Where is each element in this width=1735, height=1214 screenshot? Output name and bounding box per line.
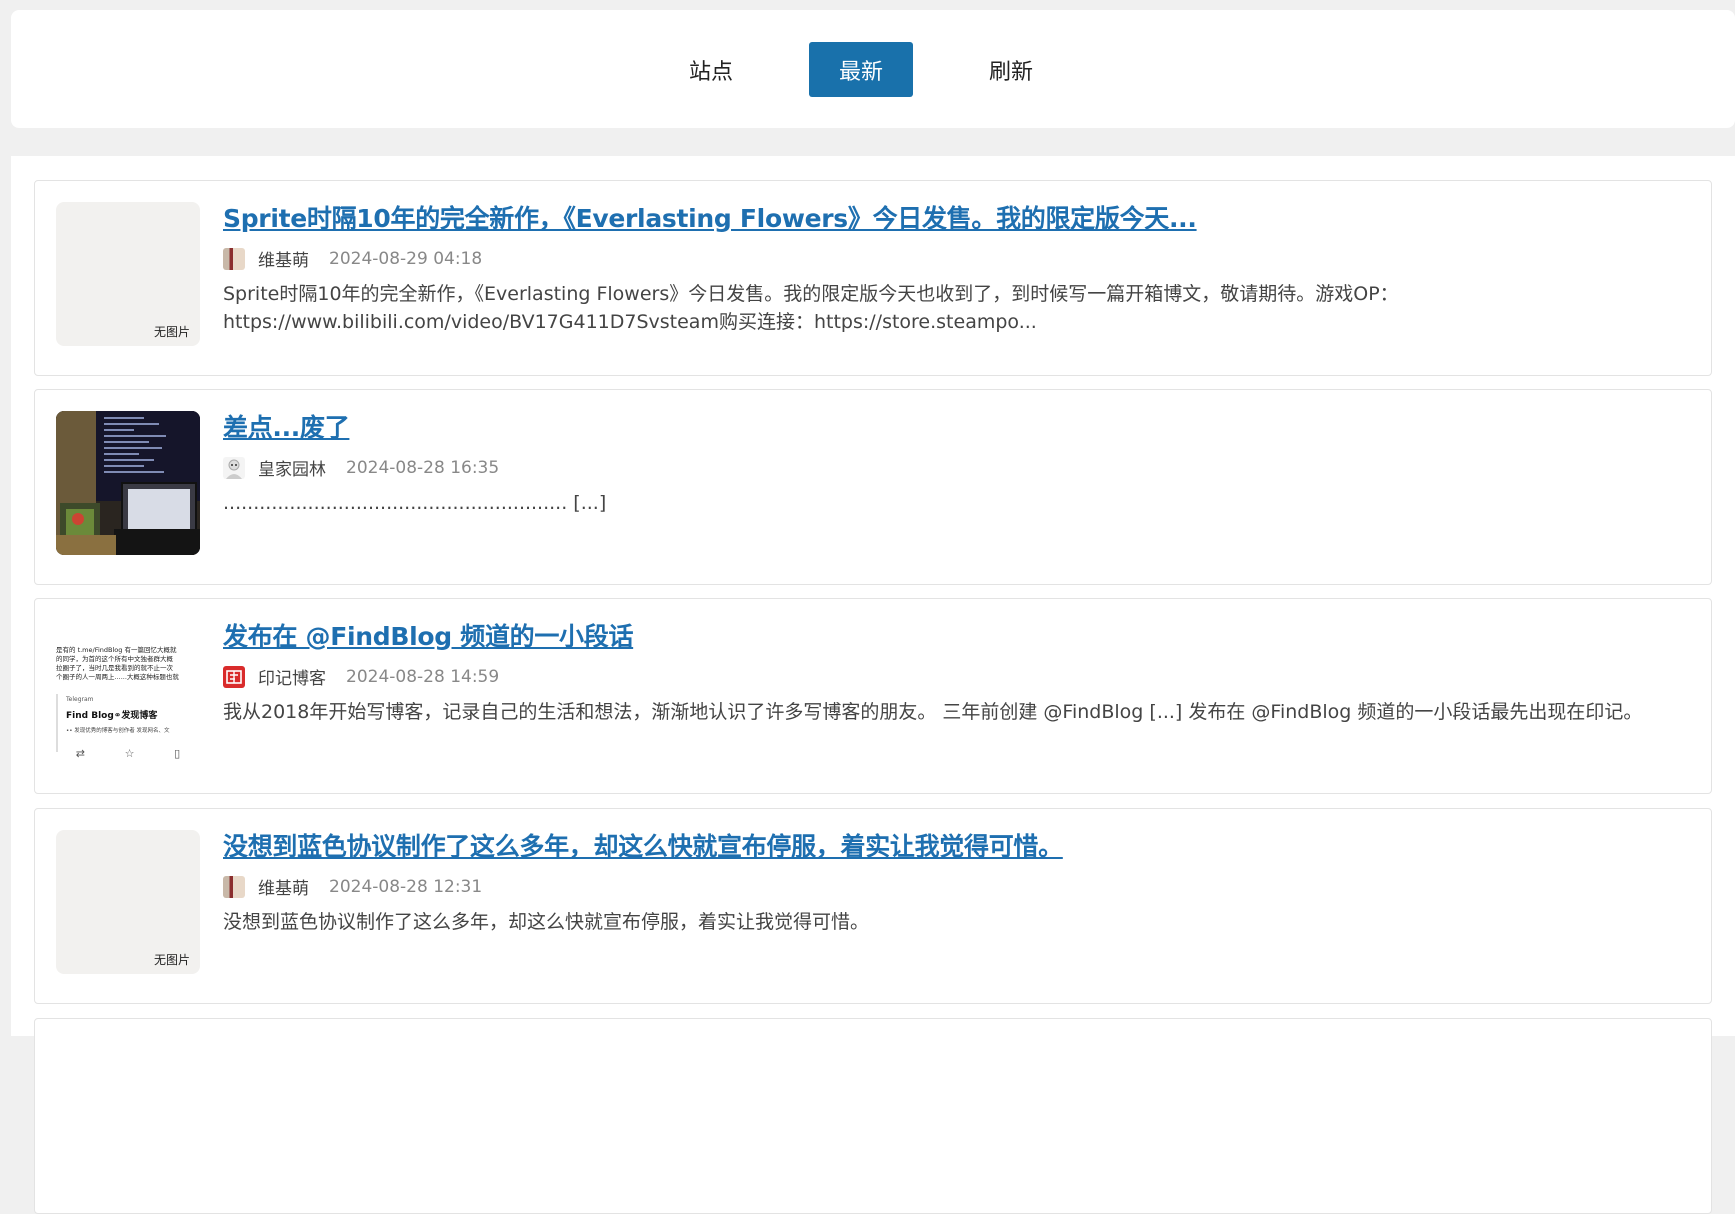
author-avatar [223, 665, 245, 688]
post-title-link[interactable]: Sprite时隔10年的完全新作，《Everlasting Flowers》今日… [223, 199, 1197, 235]
screenshot-text: 是有的 t.me/FindBlog 有一篇回忆大概就 的同学，为首的这个所有中文… [56, 646, 179, 681]
bookmark-icon: ▯ [174, 747, 181, 760]
author-avatar [223, 456, 245, 479]
post-card: 无图片 Sprite时隔10年的完全新作，《Everlasting Flower… [34, 180, 1712, 376]
post-date: 2024-08-28 12:31 [329, 876, 483, 897]
author-name: 皇家园林 [258, 460, 326, 480]
telegram-card-preview: Telegram Find Blog⚭发现博客 •• 发现优秀的博客与创作者 发… [56, 694, 200, 752]
top-tab-bar: 站点 最新 刷新 [11, 10, 1735, 128]
post-title-link[interactable]: 发布在 @FindBlog 频道的一小段话 [223, 617, 633, 653]
post-thumbnail[interactable]: 无图片 [56, 202, 200, 346]
post-meta: 皇家园林 2024-08-28 16:35 [223, 455, 499, 480]
no-image-label: 无图片 [153, 953, 190, 967]
post-card: 差点...废了 皇家园林 2024-08-28 16:35 ..........… [34, 389, 1712, 585]
tab-sites[interactable]: 站点 [659, 42, 763, 97]
post-card [34, 1018, 1712, 1214]
post-card: 是有的 t.me/FindBlog 有一篇回忆大概就 的同学，为首的这个所有中文… [34, 598, 1712, 794]
post-thumbnail[interactable]: 是有的 t.me/FindBlog 有一篇回忆大概就 的同学，为首的这个所有中文… [56, 620, 200, 764]
author-name: 印记博客 [258, 669, 326, 689]
retweet-icon: ⇄ [75, 747, 86, 760]
post-meta: 维基萌 2024-08-28 12:31 [223, 874, 482, 899]
post-title-link[interactable]: 差点...废了 [223, 408, 350, 444]
post-date: 2024-08-28 14:59 [346, 666, 500, 687]
post-thumbnail[interactable]: 无图片 [56, 830, 200, 974]
tab-group: 站点 最新 刷新 [11, 42, 1735, 97]
post-excerpt: 我从2018年开始写博客，记录自己的生活和想法，渐渐地认识了许多写博客的朋友。 … [223, 701, 1643, 723]
post-excerpt: Sprite时隔10年的完全新作，《Everlasting Flowers》今日… [223, 283, 1399, 333]
post-title-link[interactable]: 没想到蓝色协议制作了这么多年，却这么快就宣布停服，着实让我觉得可惜。 [223, 827, 1063, 863]
tab-refresh[interactable]: 刷新 [959, 42, 1063, 97]
post-meta: 维基萌 2024-08-29 04:18 [223, 246, 482, 271]
no-image-label: 无图片 [153, 325, 190, 339]
post-date: 2024-08-28 16:35 [346, 457, 500, 478]
star-icon: ☆ [124, 747, 135, 760]
tweet-actions: ⇄ ☆ ▯ [56, 747, 200, 760]
post-list: 无图片 Sprite时隔10年的完全新作，《Everlasting Flower… [11, 156, 1735, 1214]
author-name: 维基萌 [258, 879, 309, 899]
post-thumbnail[interactable] [56, 411, 200, 555]
post-card: 无图片 没想到蓝色协议制作了这么多年，却这么快就宣布停服，着实让我觉得可惜。 维… [34, 808, 1712, 1004]
post-meta: 印记博客 2024-08-28 14:59 [223, 664, 499, 689]
post-excerpt: 没想到蓝色协议制作了这么多年，却这么快就宣布停服，着实让我觉得可惜。 [223, 911, 870, 933]
tab-latest[interactable]: 最新 [809, 42, 913, 97]
author-name: 维基萌 [258, 251, 309, 271]
post-excerpt: ........................................… [223, 492, 607, 514]
desk-photo-image [56, 411, 200, 555]
author-avatar [223, 247, 245, 270]
post-date: 2024-08-29 04:18 [329, 248, 483, 269]
author-avatar [223, 875, 245, 898]
